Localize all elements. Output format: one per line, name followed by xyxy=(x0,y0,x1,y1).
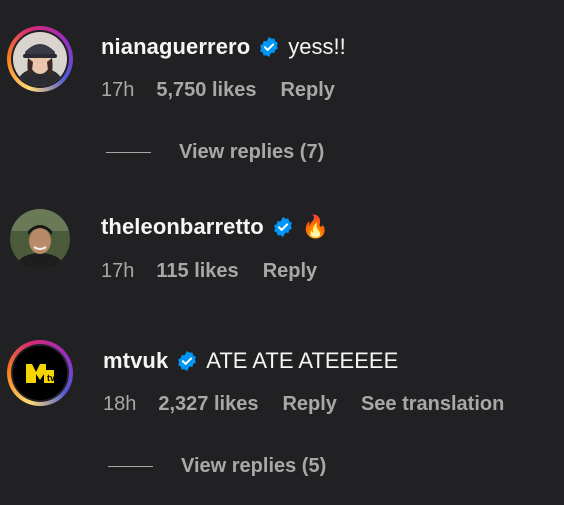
comment-username[interactable]: theleonbarretto xyxy=(101,213,264,241)
likes-count[interactable]: 2,327 likes xyxy=(158,391,258,417)
likes-count[interactable]: 115 likes xyxy=(156,258,238,284)
avatar[interactable] xyxy=(7,206,73,272)
reply-button[interactable]: Reply xyxy=(263,258,317,284)
view-replies-button[interactable]: View replies (7) xyxy=(106,141,324,164)
avatar[interactable] xyxy=(7,26,73,92)
likes-count[interactable]: 5,750 likes xyxy=(156,77,256,103)
fire-emoji-icon: 🔥 xyxy=(301,214,330,239)
comment-text: ATE ATE ATEEEEE xyxy=(206,348,399,373)
replies-divider xyxy=(106,152,151,153)
comment-timestamp: 17h xyxy=(101,260,135,282)
reply-button[interactable]: Reply xyxy=(280,77,334,103)
verified-badge-icon xyxy=(178,350,197,372)
avatar[interactable]: tv xyxy=(7,340,73,406)
verified-badge-icon xyxy=(273,216,292,238)
comment-text: yess!! xyxy=(288,34,346,59)
verified-badge-icon xyxy=(260,36,279,58)
view-replies-label: View replies (7) xyxy=(179,141,325,163)
comment-username[interactable]: mtvuk xyxy=(103,347,168,375)
see-translation-button[interactable]: See translation xyxy=(361,391,504,417)
user-photo xyxy=(10,209,70,269)
reply-button[interactable]: Reply xyxy=(282,391,336,417)
user-photo xyxy=(13,32,67,86)
mtv-logo: tv xyxy=(13,346,67,400)
view-replies-label: View replies (5) xyxy=(181,455,327,477)
svg-text:tv: tv xyxy=(47,373,55,383)
replies-divider xyxy=(108,466,153,467)
comment-timestamp: 17h xyxy=(101,79,135,101)
view-replies-button[interactable]: View replies (5) xyxy=(108,455,326,478)
comment-timestamp: 18h xyxy=(103,393,137,415)
comment-username[interactable]: nianaguerrero xyxy=(101,33,250,61)
